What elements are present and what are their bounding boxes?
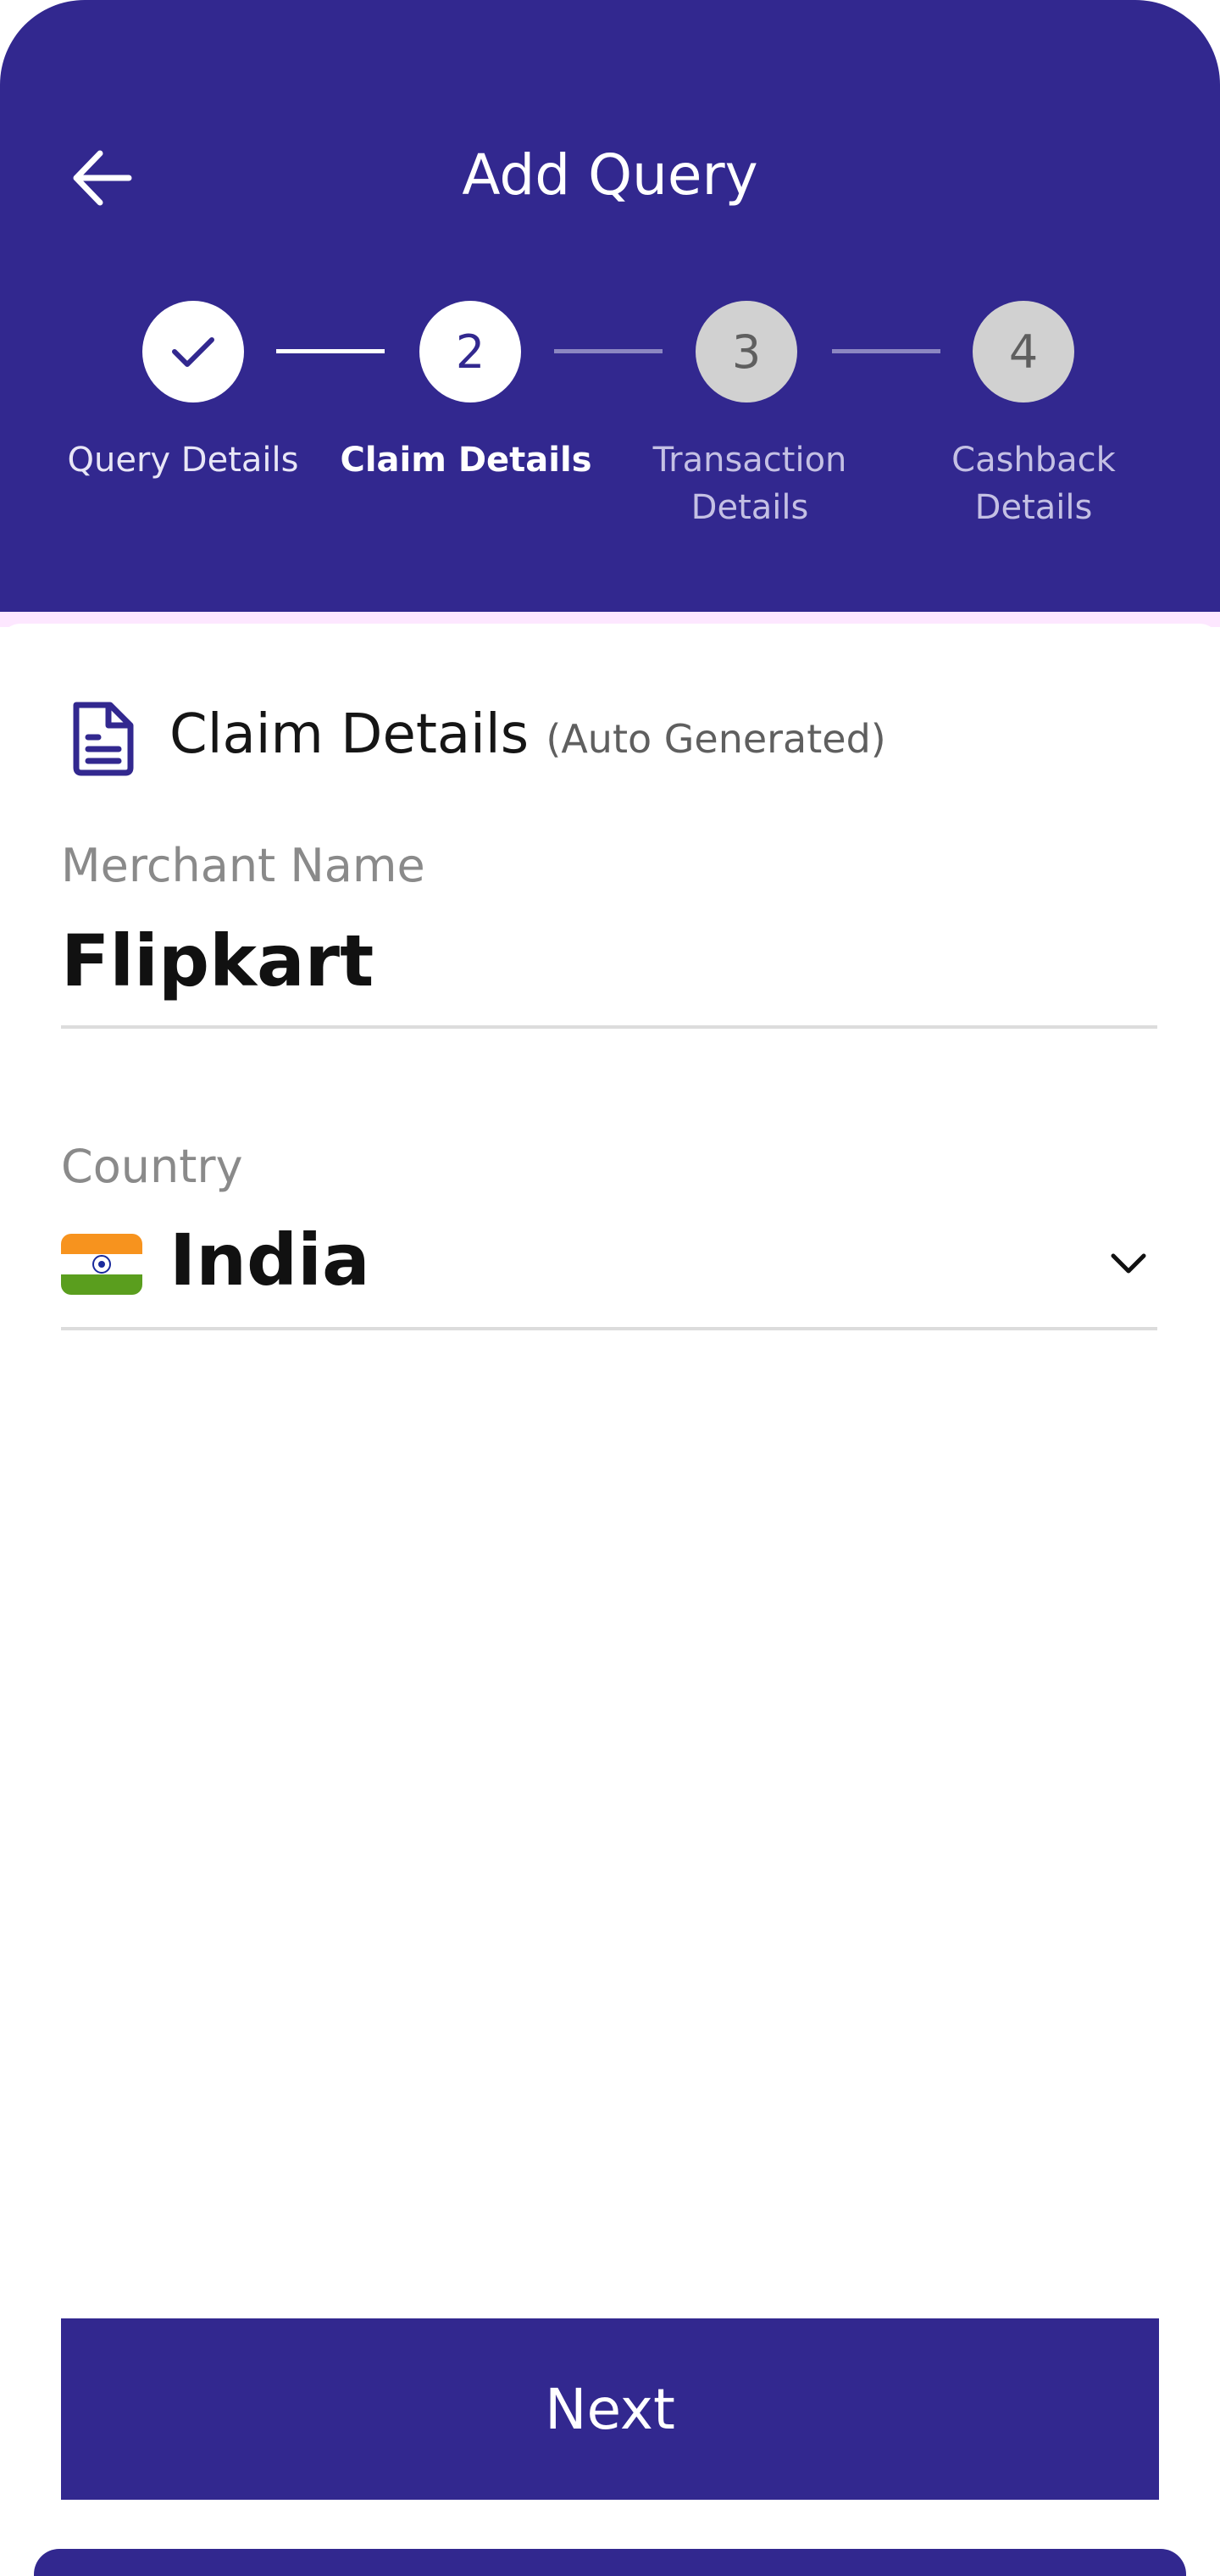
section-title-text: Claim Details bbox=[169, 703, 530, 766]
step-2-label-text: Claim Details bbox=[340, 441, 592, 480]
step-3-pending: 3 bbox=[696, 301, 797, 402]
country-value[interactable]: India bbox=[169, 1219, 370, 1302]
step-3-label-line1: Transaction bbox=[652, 441, 847, 480]
step-connector-3 bbox=[832, 349, 940, 353]
step-3-label: Transaction Details bbox=[623, 436, 877, 531]
merchant-name-underline bbox=[61, 1025, 1157, 1029]
section-header bbox=[61, 695, 142, 780]
step-4-label-line1: Cashback bbox=[951, 441, 1116, 480]
chevron-down-icon[interactable] bbox=[1103, 1242, 1154, 1285]
step-4-pending: 4 bbox=[973, 301, 1074, 402]
step-1-completed bbox=[142, 301, 244, 402]
page-title: Add Query bbox=[462, 142, 758, 208]
section-subtitle: (Auto Generated) bbox=[546, 716, 886, 762]
country-underline bbox=[61, 1327, 1157, 1330]
country-label: Country bbox=[61, 1140, 243, 1193]
merchant-name-label: Merchant Name bbox=[61, 839, 425, 892]
step-3-label-line2: Details bbox=[690, 488, 809, 527]
step-connector-1 bbox=[276, 349, 385, 353]
step-4-label-line2: Details bbox=[974, 488, 1093, 527]
checkmark-icon bbox=[172, 337, 214, 367]
step-1-label: Query Details bbox=[56, 436, 310, 484]
step-connector-2 bbox=[554, 349, 663, 353]
document-icon bbox=[73, 702, 134, 776]
merchant-name-value: Flipkart bbox=[61, 919, 374, 1002]
add-query-screen: Add Query 2 3 4 Query Details Claim Deta… bbox=[0, 0, 1220, 2576]
section-title: Claim Details (Auto Generated) bbox=[169, 703, 886, 766]
step-4-label: Cashback Details bbox=[907, 436, 1161, 531]
bottom-bar bbox=[34, 2549, 1186, 2576]
step-1-label-text: Query Details bbox=[67, 441, 299, 480]
form-card bbox=[0, 624, 1220, 2576]
step-2-label: Claim Details bbox=[339, 436, 593, 484]
india-flag-icon bbox=[61, 1234, 142, 1295]
header: Add Query 2 3 4 Query Details Claim Deta… bbox=[0, 0, 1220, 627]
step-2-active: 2 bbox=[419, 301, 521, 402]
next-button[interactable]: Next bbox=[61, 2318, 1159, 2500]
